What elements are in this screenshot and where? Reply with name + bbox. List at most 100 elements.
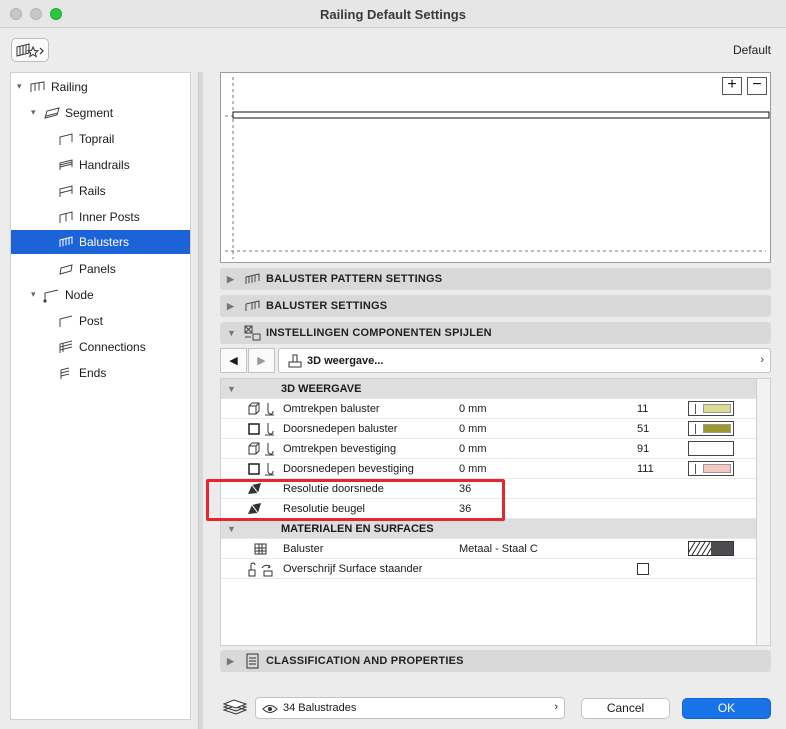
favorites-star-icon [16, 43, 44, 58]
pen-icon [265, 403, 274, 416]
tree-item-toprail[interactable]: Toprail [11, 127, 190, 151]
tree-item-post[interactable]: Post [11, 309, 190, 333]
table-row[interactable]: Doorsnedepen bevestiging 0 mm 111 [221, 459, 756, 479]
panels-icon [59, 264, 73, 275]
tree-item-node[interactable]: ▾ Node [11, 283, 190, 307]
section-baluster-pattern-settings[interactable]: ▶ BALUSTER PATTERN SETTINGS [220, 268, 771, 290]
section-title: BALUSTER SETTINGS [266, 300, 388, 312]
tree-item-ends[interactable]: Ends [11, 361, 190, 385]
group-label: 3D WEERGAVE [281, 383, 362, 395]
row-value: 0 mm [459, 443, 487, 455]
disclosure-down-icon[interactable]: ▾ [31, 107, 36, 118]
table-row[interactable]: Baluster Metaal - Staal C [221, 539, 756, 559]
tree-item-segment[interactable]: ▾ Segment [11, 101, 190, 125]
disclosure-right-icon: ▶ [227, 274, 234, 284]
layers-icon [222, 699, 248, 715]
section-classification-properties[interactable]: ▶ CLASSIFICATION AND PROPERTIES [220, 650, 771, 672]
segment-icon [44, 107, 60, 119]
contour-pen-icon [248, 442, 260, 455]
surface-swatch[interactable] [688, 541, 734, 556]
table-row[interactable]: Overschrijf Surface staander [221, 559, 756, 579]
disclosure-right-icon: ▶ [227, 301, 234, 311]
tree-item-balusters[interactable]: Balusters [11, 230, 190, 254]
section-componenten-spijlen[interactable]: ▼ INSTELLINGEN COMPONENTEN SPIJLEN [220, 322, 771, 344]
override-surface-checkbox[interactable] [637, 563, 649, 575]
tree-item-inner-posts[interactable]: Inner Posts [11, 205, 190, 229]
component-navigator: ◀ ▶ 3D weergave... › [220, 348, 771, 373]
disclosure-down-icon: ▼ [227, 328, 236, 338]
pen-color-swatch[interactable] [688, 421, 734, 436]
chevron-right-icon: › [760, 354, 764, 366]
pen-number[interactable]: 111 [637, 463, 654, 475]
preview-canvas[interactable]: + − [220, 72, 771, 263]
next-button[interactable]: ▶ [248, 348, 275, 373]
cut-pen-icon [248, 463, 260, 475]
row-label: Overschrijf Surface staander [283, 563, 423, 575]
component-dropdown[interactable]: 3D weergave... › [278, 348, 771, 373]
override-surface-icon [248, 562, 273, 577]
tree-item-panels[interactable]: Panels [11, 257, 190, 281]
layer-dropdown[interactable]: 34 Balustrades › [255, 697, 565, 719]
disclosure-down-icon: ▼ [227, 384, 236, 394]
tree-item-label: Segment [65, 106, 114, 120]
tree-item-label: Handrails [79, 158, 130, 172]
node-icon [43, 289, 59, 303]
pen-color-swatch[interactable] [688, 441, 734, 456]
row-label: Omtrekpen bevestiging [283, 443, 397, 455]
preview-drawing [225, 77, 770, 259]
pen-number[interactable]: 91 [637, 443, 649, 455]
surface-value[interactable]: Metaal - Staal C [459, 543, 538, 555]
pen-number[interactable]: 51 [637, 423, 649, 435]
table-scrollbar[interactable] [757, 378, 771, 646]
disclosure-right-icon: ▶ [227, 656, 234, 666]
highlight-box [206, 479, 505, 521]
component-settings-icon [244, 325, 261, 341]
paintbrush-icon [288, 354, 302, 368]
hatch-pattern-icon [689, 542, 711, 555]
pen-icon [265, 443, 274, 456]
zoom-out-button[interactable]: − [747, 77, 767, 95]
disclosure-down-icon[interactable]: ▾ [31, 289, 36, 300]
cancel-button[interactable]: Cancel [581, 698, 670, 719]
tree-item-connections[interactable]: Connections [11, 335, 190, 359]
pen-color-swatch[interactable] [688, 461, 734, 476]
post-icon [59, 315, 73, 327]
table-row[interactable]: Doorsnedepen baluster 0 mm 51 [221, 419, 756, 439]
toprail-icon [59, 133, 73, 145]
section-title: CLASSIFICATION AND PROPERTIES [266, 655, 464, 667]
tree-item-rails[interactable]: Rails [11, 179, 190, 203]
pen-icon [265, 423, 274, 436]
window-title: Railing Default Settings [320, 7, 466, 22]
settings-tree: ▾ Railing ▾ Segment Toprail Handrails Ra… [10, 72, 191, 720]
preset-label: Default [732, 43, 771, 57]
balusters-icon [59, 236, 73, 247]
group-label: MATERIALEN EN SURFACES [281, 523, 434, 535]
table-group-3d-weergave[interactable]: ▼ 3D WEERGAVE [221, 379, 756, 399]
pen-color-swatch[interactable] [688, 401, 734, 416]
table-row[interactable]: Omtrekpen bevestiging 0 mm 91 [221, 439, 756, 459]
zoom-in-button[interactable]: + [722, 77, 742, 95]
chevron-right-icon: › [554, 701, 558, 713]
tree-item-label: Inner Posts [79, 210, 140, 224]
previous-button[interactable]: ◀ [220, 348, 247, 373]
handrails-icon [59, 159, 73, 170]
title-bar: Railing Default Settings [0, 0, 786, 28]
table-row[interactable]: Omtrekpen baluster 0 mm 11 [221, 399, 756, 419]
table-group-materialen[interactable]: ▼ MATERIALEN EN SURFACES [221, 519, 756, 539]
tree-item-label: Connections [79, 340, 146, 354]
contour-pen-icon [248, 402, 260, 415]
row-value: 0 mm [459, 403, 487, 415]
pen-number[interactable]: 11 [637, 403, 648, 415]
tree-item-railing[interactable]: ▾ Railing [11, 75, 190, 99]
cut-pen-icon [248, 423, 260, 435]
pen-icon [265, 463, 274, 476]
ok-button[interactable]: OK [682, 698, 771, 719]
favorites-button[interactable] [11, 38, 49, 62]
surface-icon [254, 543, 267, 555]
tree-item-handrails[interactable]: Handrails [11, 153, 190, 177]
split-view-divider[interactable] [198, 72, 203, 729]
row-label: Omtrekpen baluster [283, 403, 380, 415]
disclosure-down-icon[interactable]: ▾ [17, 81, 22, 92]
baluster-settings-icon [245, 300, 260, 311]
section-baluster-settings[interactable]: ▶ BALUSTER SETTINGS [220, 295, 771, 317]
